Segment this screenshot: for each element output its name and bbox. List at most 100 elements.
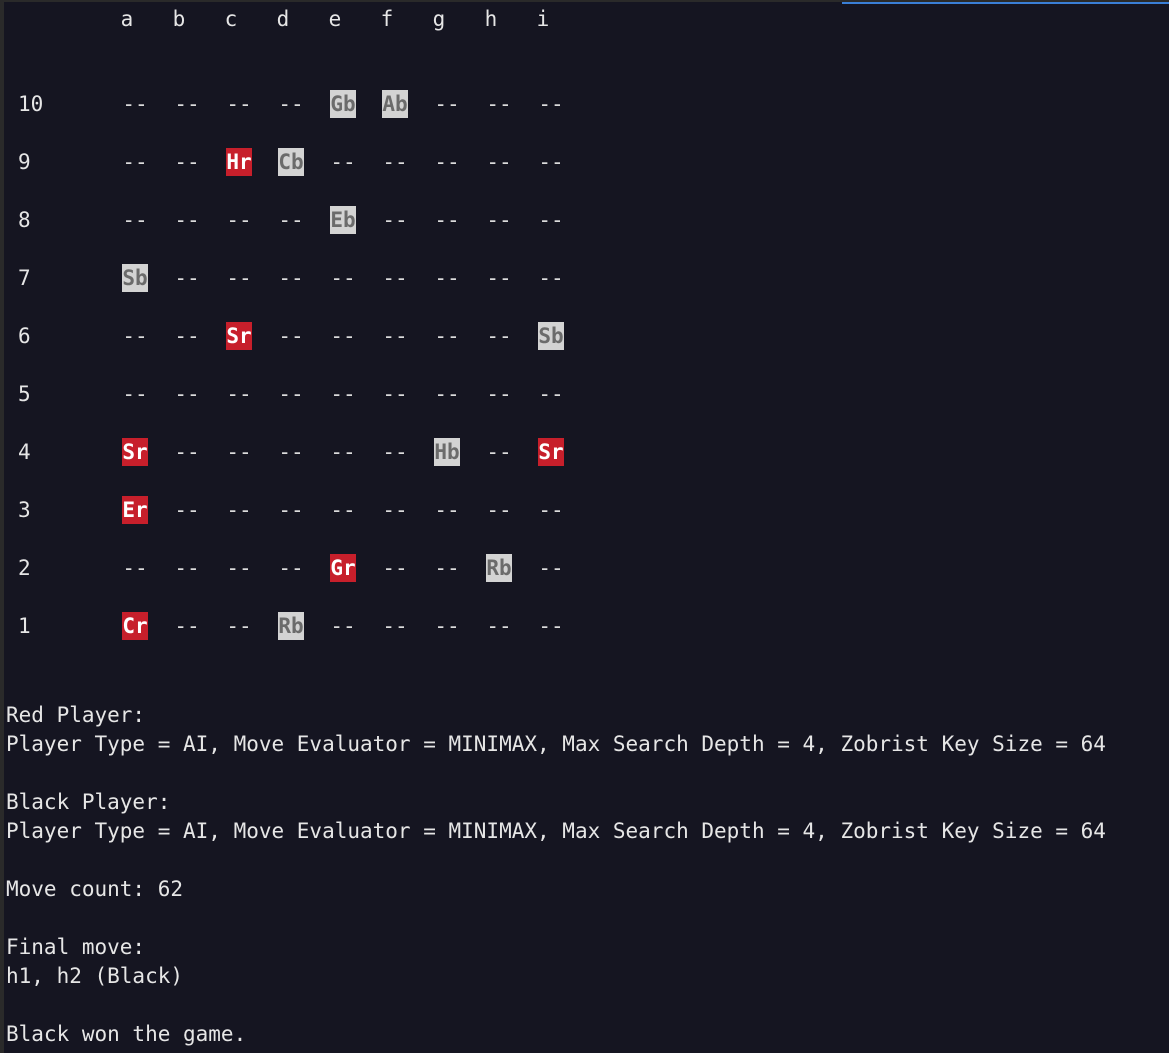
file-label-d: d: [276, 7, 290, 31]
empty-square-g9: --: [434, 150, 460, 174]
empty-square-g6: --: [434, 324, 460, 348]
empty-square-g7: --: [434, 266, 460, 290]
empty-square-h5: --: [486, 382, 512, 406]
empty-square-f9: --: [382, 150, 408, 174]
rank-label-3: 3: [18, 498, 31, 522]
rank-label-6: 6: [18, 324, 31, 348]
empty-square-h3: --: [486, 498, 512, 522]
empty-square-f5: --: [382, 382, 408, 406]
black-piece-h2: Rb: [486, 554, 512, 582]
red-piece-i4: Sr: [538, 438, 564, 466]
file-label-e: e: [328, 7, 342, 31]
red-piece-a4: Sr: [122, 438, 148, 466]
empty-square-d2: --: [278, 556, 304, 580]
empty-square-h6: --: [486, 324, 512, 348]
empty-square-d6: --: [278, 324, 304, 348]
empty-square-h7: --: [486, 266, 512, 290]
empty-square-f7: --: [382, 266, 408, 290]
black-player-details: Player Type = AI, Move Evaluator = MINIM…: [6, 819, 1106, 843]
empty-square-a6: --: [122, 324, 148, 348]
empty-square-d3: --: [278, 498, 304, 522]
empty-square-g1: --: [434, 614, 460, 638]
empty-square-g2: --: [434, 556, 460, 580]
empty-square-h9: --: [486, 150, 512, 174]
empty-square-f1: --: [382, 614, 408, 638]
black-piece-e10: Gb: [330, 90, 356, 118]
empty-square-a8: --: [122, 208, 148, 232]
window-accent-line: [842, 2, 1169, 4]
red-piece-e2: Gr: [330, 554, 356, 582]
file-label-i: i: [536, 7, 550, 31]
empty-square-c5: --: [226, 382, 252, 406]
empty-square-d5: --: [278, 382, 304, 406]
empty-square-d4: --: [278, 440, 304, 464]
black-piece-g4: Hb: [434, 438, 460, 466]
empty-square-b1: --: [174, 614, 200, 638]
file-label-g: g: [432, 7, 446, 31]
empty-square-h4: --: [486, 440, 512, 464]
empty-square-c7: --: [226, 266, 252, 290]
empty-square-a2: --: [122, 556, 148, 580]
rank-label-7: 7: [18, 266, 31, 290]
empty-square-b2: --: [174, 556, 200, 580]
red-piece-a1: Cr: [122, 612, 148, 640]
empty-square-e5: --: [330, 382, 356, 406]
empty-square-c8: --: [226, 208, 252, 232]
rank-label-9: 9: [18, 150, 31, 174]
empty-square-d10: --: [278, 92, 304, 116]
empty-square-f3: --: [382, 498, 408, 522]
empty-square-c10: --: [226, 92, 252, 116]
empty-square-e3: --: [330, 498, 356, 522]
black-piece-f10: Ab: [382, 90, 408, 118]
black-piece-e8: Eb: [330, 206, 356, 234]
empty-square-e7: --: [330, 266, 356, 290]
black-piece-d1: Rb: [278, 612, 304, 640]
empty-square-c1: --: [226, 614, 252, 638]
empty-square-g3: --: [434, 498, 460, 522]
empty-square-a9: --: [122, 150, 148, 174]
empty-square-b3: --: [174, 498, 200, 522]
empty-square-i3: --: [538, 498, 564, 522]
terminal-window: a b c d e f g h i 10 -- -- -- -- Gb Ab -- -- -- 9 -- -- Hr Cb --…: [4, 2, 1169, 1053]
empty-square-f2: --: [382, 556, 408, 580]
empty-square-b6: --: [174, 324, 200, 348]
empty-square-i7: --: [538, 266, 564, 290]
rank-label-4: 4: [18, 440, 31, 464]
empty-square-c3: --: [226, 498, 252, 522]
empty-square-f6: --: [382, 324, 408, 348]
red-piece-c6: Sr: [226, 322, 252, 350]
empty-square-i1: --: [538, 614, 564, 638]
final-move-header: Final move:: [6, 935, 146, 959]
red-piece-a3: Er: [122, 496, 148, 524]
game-result: Black won the game.: [6, 1022, 247, 1046]
empty-square-b5: --: [174, 382, 200, 406]
empty-square-g5: --: [434, 382, 460, 406]
file-label-a: a: [120, 7, 134, 31]
empty-square-f8: --: [382, 208, 408, 232]
empty-square-a5: --: [122, 382, 148, 406]
black-piece-a7: Sb: [122, 264, 148, 292]
empty-square-c4: --: [226, 440, 252, 464]
empty-square-d8: --: [278, 208, 304, 232]
empty-square-i8: --: [538, 208, 564, 232]
empty-square-i10: --: [538, 92, 564, 116]
red-piece-c9: Hr: [226, 148, 252, 176]
rank-label-10: 10: [18, 92, 44, 116]
empty-square-b8: --: [174, 208, 200, 232]
black-piece-i6: Sb: [538, 322, 564, 350]
empty-square-i2: --: [538, 556, 564, 580]
empty-square-e1: --: [330, 614, 356, 638]
empty-square-e4: --: [330, 440, 356, 464]
empty-square-f4: --: [382, 440, 408, 464]
move-count: Move count: 62: [6, 877, 184, 901]
empty-square-b4: --: [174, 440, 200, 464]
file-label-f: f: [380, 7, 394, 31]
rank-label-5: 5: [18, 382, 31, 406]
black-piece-d9: Cb: [278, 148, 304, 176]
empty-square-h1: --: [486, 614, 512, 638]
red-player-header: Red Player:: [6, 703, 146, 727]
empty-square-b7: --: [174, 266, 200, 290]
empty-square-e9: --: [330, 150, 356, 174]
rank-label-8: 8: [18, 208, 31, 232]
empty-square-g8: --: [434, 208, 460, 232]
